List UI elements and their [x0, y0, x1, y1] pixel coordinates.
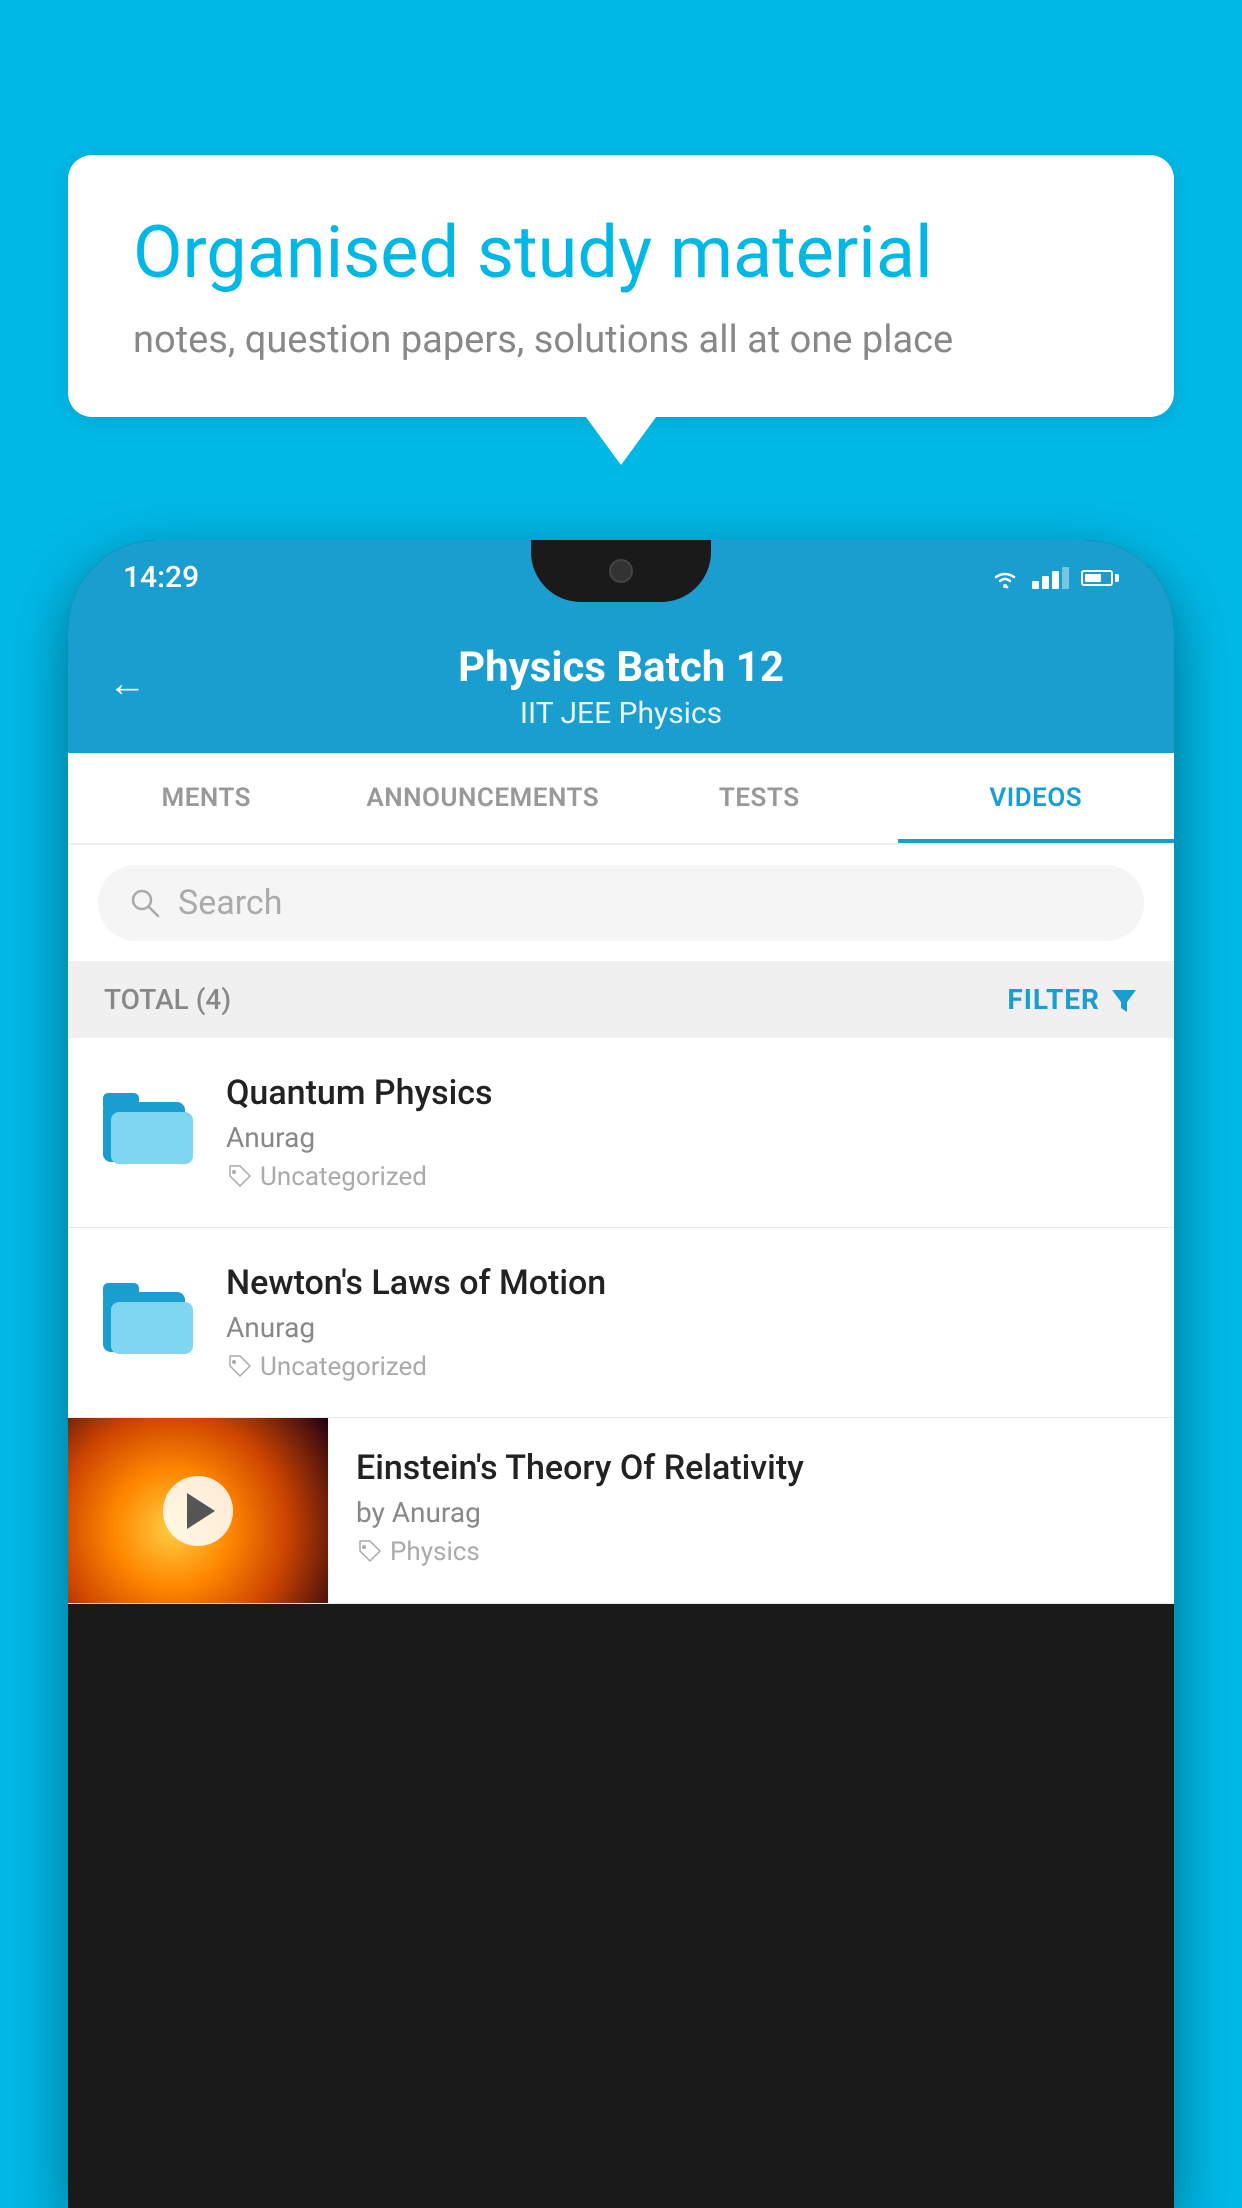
status-icons [990, 567, 1119, 589]
list-item[interactable]: Newton's Laws of Motion Anurag Uncategor… [68, 1228, 1174, 1418]
tag-icon [226, 1164, 252, 1190]
total-count: TOTAL (4) [104, 983, 231, 1016]
speech-bubble-container: Organised study material notes, question… [68, 155, 1174, 417]
tab-tests[interactable]: TESTS [621, 753, 898, 843]
filter-icon [1110, 986, 1138, 1014]
video-info: Newton's Laws of Motion Anurag Uncategor… [226, 1263, 1144, 1382]
phone-frame: 14:29 [68, 540, 1174, 2208]
wifi-icon [990, 567, 1020, 589]
tag-icon [356, 1539, 382, 1565]
camera [609, 559, 633, 583]
speech-bubble: Organised study material notes, question… [68, 155, 1174, 417]
header-subtitle: IIT JEE Physics [108, 696, 1134, 731]
search-icon [128, 886, 162, 920]
video-author: Anurag [226, 1311, 1144, 1344]
video-title: Quantum Physics [226, 1073, 1144, 1113]
video-tag: Physics [356, 1537, 1154, 1567]
list-item[interactable]: Quantum Physics Anurag Uncategorized [68, 1038, 1174, 1228]
video-author: Anurag [226, 1121, 1144, 1154]
search-input[interactable]: Search [178, 883, 282, 923]
battery-icon [1081, 570, 1119, 586]
list-item[interactable]: Einstein's Theory Of Relativity by Anura… [68, 1418, 1174, 1604]
status-time: 14:29 [123, 560, 199, 595]
status-bar: 14:29 [68, 540, 1174, 615]
video-tag: Uncategorized [226, 1162, 1144, 1192]
app-header: ← Physics Batch 12 IIT JEE Physics [68, 615, 1174, 753]
folder-svg [103, 1278, 193, 1358]
video-info: Quantum Physics Anurag Uncategorized [226, 1073, 1144, 1192]
speech-bubble-subtitle: notes, question papers, solutions all at… [133, 318, 1109, 362]
folder-icon [103, 1278, 193, 1358]
tab-ments[interactable]: MENTS [68, 753, 345, 843]
play-triangle-icon [187, 1493, 215, 1529]
tag-icon [226, 1354, 252, 1380]
folder-icon-container [98, 1268, 198, 1368]
video-title: Newton's Laws of Motion [226, 1263, 1144, 1303]
filter-button[interactable]: FILTER [1007, 983, 1138, 1016]
folder-svg [103, 1088, 193, 1168]
notch [531, 540, 711, 602]
video-author: by Anurag [356, 1496, 1154, 1529]
video-thumbnail [68, 1418, 328, 1603]
video-info: Einstein's Theory Of Relativity by Anura… [328, 1418, 1174, 1597]
folder-icon [103, 1088, 193, 1168]
filter-bar: TOTAL (4) FILTER [68, 961, 1174, 1038]
video-list: Quantum Physics Anurag Uncategorized [68, 1038, 1174, 1604]
tab-videos[interactable]: VIDEOS [898, 753, 1175, 843]
tabs-container: MENTS ANNOUNCEMENTS TESTS VIDEOS [68, 753, 1174, 845]
play-button[interactable] [163, 1476, 233, 1546]
search-input-wrapper[interactable]: Search [98, 865, 1144, 941]
video-title: Einstein's Theory Of Relativity [356, 1448, 1154, 1488]
search-container: Search [68, 845, 1174, 961]
back-button[interactable]: ← [108, 662, 146, 706]
folder-icon-container [98, 1078, 198, 1178]
speech-bubble-title: Organised study material [133, 210, 1109, 296]
signal-icon [1032, 567, 1069, 589]
video-tag: Uncategorized [226, 1352, 1144, 1382]
tab-announcements[interactable]: ANNOUNCEMENTS [345, 753, 622, 843]
header-title: Physics Batch 12 [108, 643, 1134, 692]
